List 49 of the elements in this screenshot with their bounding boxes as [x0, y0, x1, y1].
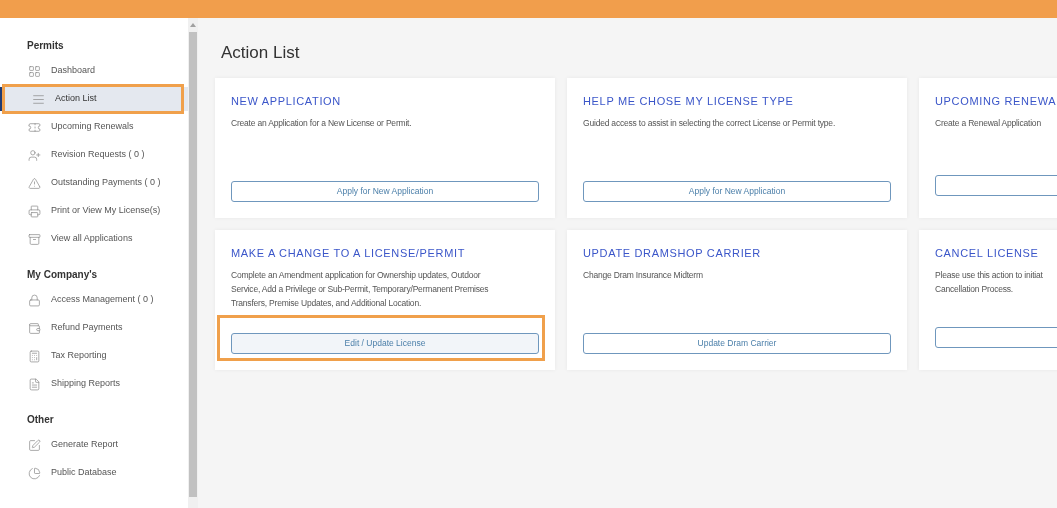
document-icon: [28, 377, 41, 391]
card-title: UPDATE DRAMSHOP CARRIER: [583, 248, 762, 259]
card-description: Complete an Amendment application for Ownership updates, Outdoor Service, Add a Privilege or Sub-Permit, Temporary/Permanent Premises Transfers, Premise Updates, and Additional Location.: [231, 269, 489, 310]
card-title: MAKE A CHANGE TO A LICENSE/PERMIT: [231, 248, 467, 259]
sidebar-item[interactable]: Access Management ( 0 ): [0, 288, 188, 312]
printer-icon: [28, 204, 41, 218]
page-title: Action List: [220, 42, 301, 64]
pie-chart-icon: [28, 466, 41, 480]
card-title: CANCEL LICENSE: [935, 248, 1040, 259]
warning-icon: [28, 176, 41, 190]
card-description: Please use this action to initiat Cancellation Process.: [935, 269, 1043, 296]
scroll-up-icon[interactable]: [190, 23, 196, 27]
card-title: UPCOMING RENEWA: [935, 96, 1057, 107]
sidebar-item[interactable]: Tax Reporting: [0, 344, 188, 368]
sidebar-item[interactable]: View all Applications: [0, 227, 188, 251]
sidebar-item[interactable]: Revision Requests ( 0 ): [0, 143, 188, 167]
action-button[interactable]: Edit / Update License: [231, 333, 539, 354]
action-button[interactable]: Apply for New Application: [583, 181, 891, 202]
list-icon: [32, 92, 45, 106]
section-heading: Other: [26, 413, 55, 427]
grid-icon: [28, 64, 41, 78]
card-description: Create an Application for a New License or Permit.: [231, 117, 412, 130]
sidebar-item[interactable]: Outstanding Payments ( 0 ): [0, 171, 188, 195]
lock-icon: [28, 293, 41, 307]
sidebar-item[interactable]: Refund Payments: [0, 316, 188, 340]
sidebar-item[interactable]: Public Database: [0, 461, 188, 485]
sidebar-item[interactable]: Dashboard: [0, 59, 188, 83]
sidebar-item[interactable]: Action List: [0, 87, 188, 111]
ticket-icon: [28, 120, 41, 134]
card-title: HELP ME CHOSE MY LICENSE TYPE: [583, 96, 795, 107]
action-button[interactable]: Update Dram Carrier: [583, 333, 891, 354]
sidebar-item[interactable]: Shipping Reports: [0, 372, 188, 396]
archive-icon: [28, 232, 41, 246]
card-description: Create a Renewal Application: [935, 117, 1041, 130]
add-user-icon: [28, 148, 41, 162]
card-description: Change Dram Insurance Midterm: [583, 269, 703, 282]
sidebar-item[interactable]: Generate Report: [0, 433, 188, 457]
card-description: Guided access to assist in selecting the correct License or Permit type.: [583, 117, 836, 130]
card-title: NEW APPLICATION: [231, 96, 342, 107]
sidebar-item[interactable]: Upcoming Renewals: [0, 115, 188, 139]
calculator-icon: [28, 349, 41, 363]
section-heading: Permits: [26, 39, 65, 53]
wallet-icon: [28, 321, 41, 335]
scrollbar-thumb[interactable]: [189, 32, 197, 497]
action-button[interactable]: Apply for New Application: [231, 181, 539, 202]
sidebar-item[interactable]: Print or View My License(s): [0, 199, 188, 223]
edit-icon: [28, 438, 41, 452]
section-heading: My Company's: [26, 268, 99, 282]
scrollbar[interactable]: [188, 18, 198, 508]
